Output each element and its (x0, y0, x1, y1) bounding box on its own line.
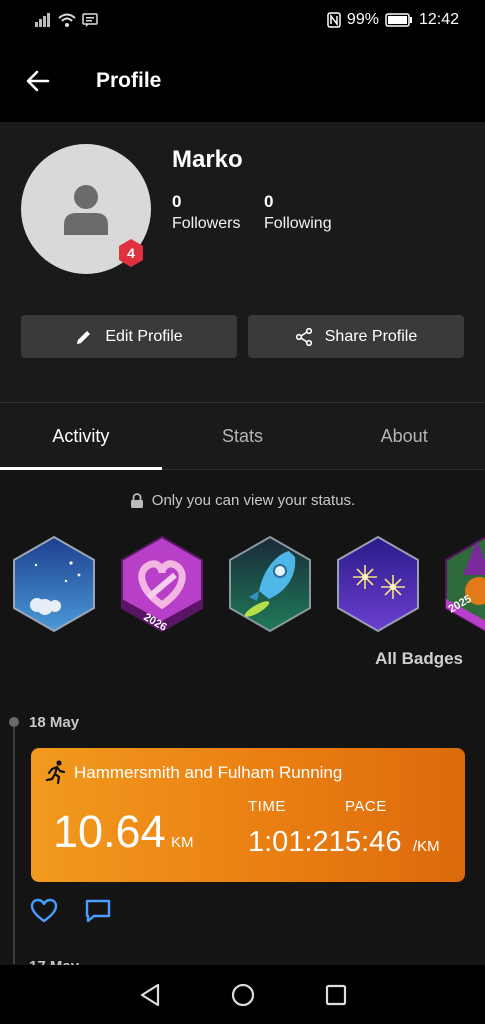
timeline-date: 18 May (29, 714, 80, 731)
time-value: 1:01:21 (248, 826, 345, 858)
activity-card[interactable]: Hammersmith and Fulham Running 10.64 KM … (31, 748, 465, 882)
timeline-line (13, 724, 15, 964)
comment-icon[interactable] (84, 898, 112, 924)
share-profile-button[interactable]: Share Profile (248, 315, 464, 358)
following-count: 0 (264, 192, 274, 211)
wifi-icon (58, 13, 76, 27)
following-label: Following (264, 215, 332, 232)
fireworks-badge-icon[interactable] (335, 535, 421, 633)
level-badge: 4 (116, 238, 146, 268)
timeline-dot (9, 717, 19, 727)
system-nav-bar (0, 965, 485, 1024)
heart-icon[interactable] (30, 898, 58, 924)
lock-icon (130, 492, 143, 508)
heart-ribbon-badge-icon[interactable] (119, 535, 205, 633)
back-triangle-icon[interactable] (139, 983, 161, 1007)
activity-actions (30, 898, 112, 924)
tab-stats[interactable]: Stats (162, 403, 324, 469)
user-placeholder-icon (64, 185, 108, 235)
privacy-note: Only you can view your status. (0, 492, 485, 509)
message-icon (82, 13, 98, 27)
distance-unit: KM (171, 834, 194, 851)
badges-carousel[interactable] (0, 535, 485, 635)
pace-unit: /KM (413, 838, 440, 855)
running-icon (45, 760, 66, 784)
profile-tabs: Activity Stats About (0, 402, 485, 470)
clock: 12:42 (418, 11, 459, 28)
distance-value: 10.64 (53, 806, 166, 857)
pace-label: PACE (345, 798, 387, 815)
all-badges-link[interactable]: All Badges (375, 649, 463, 669)
following-counter[interactable]: 0 Following (264, 192, 332, 233)
halloween-badge-icon[interactable] (443, 535, 485, 633)
profile-header: 4 Marko 0 Followers 0 Following Edit Pro… (0, 122, 485, 402)
user-name: Marko (172, 146, 243, 173)
followers-label: Followers (172, 215, 241, 232)
nfc-icon (327, 12, 341, 28)
battery-icon (385, 13, 412, 27)
followers-counter[interactable]: 0 Followers (172, 192, 240, 233)
edit-profile-button[interactable]: Edit Profile (21, 315, 237, 358)
activity-title: Hammersmith and Fulham Running (74, 763, 343, 782)
tab-activity[interactable]: Activity (0, 403, 162, 470)
level-number: 4 (127, 245, 135, 261)
battery-percent: 99% (346, 11, 379, 28)
share-profile-label: Share Profile (324, 327, 418, 345)
time-label: TIME (248, 798, 286, 815)
page-title: Profile (96, 69, 162, 92)
arrow-left-icon (26, 70, 50, 92)
rocket-badge-icon[interactable] (227, 535, 313, 633)
back-button[interactable] (0, 40, 76, 122)
privacy-text: Only you can view your status. (151, 492, 356, 509)
app-bar: Profile (0, 40, 485, 122)
pencil-icon (77, 330, 91, 344)
share-icon (295, 327, 312, 346)
status-bar: 99% 12:42 (0, 0, 485, 40)
tab-about[interactable]: About (323, 403, 485, 469)
followers-count: 0 (172, 192, 182, 211)
pace-value: 5:46 (345, 826, 402, 858)
edit-profile-label: Edit Profile (105, 327, 183, 345)
signal-icon (35, 13, 50, 27)
home-circle-icon[interactable] (231, 983, 255, 1007)
night-moon-badge-icon[interactable] (11, 535, 97, 633)
recents-square-icon[interactable] (325, 984, 347, 1006)
